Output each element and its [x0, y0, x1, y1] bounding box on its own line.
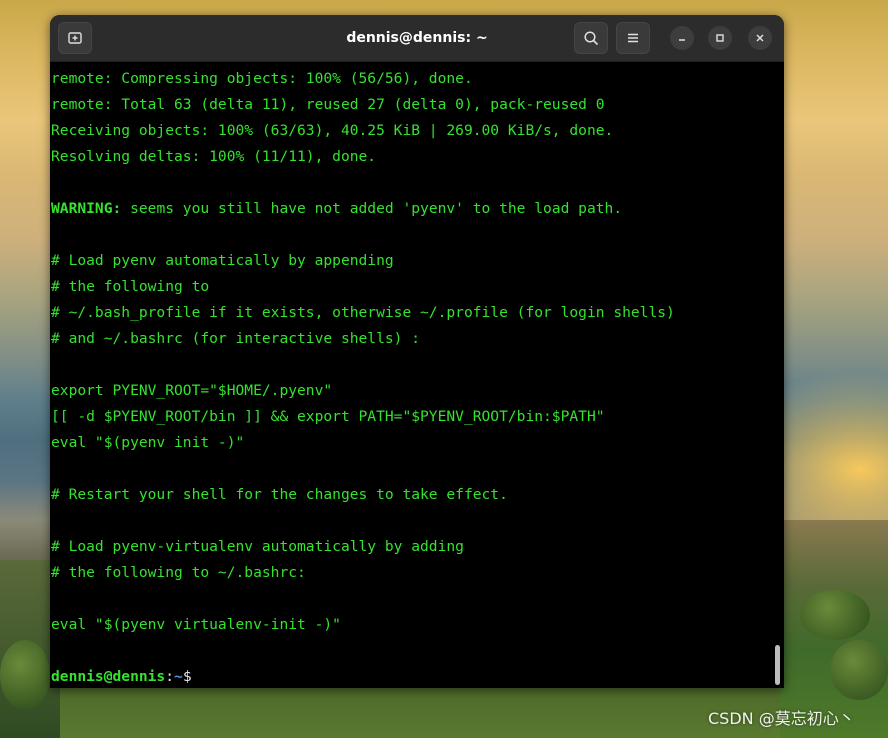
search-icon [584, 31, 598, 45]
minimize-icon [679, 39, 685, 41]
prompt-path: ~ [174, 668, 183, 685]
output-line: remote: Total 63 (delta 11), reused 27 (… [51, 96, 605, 113]
output-line: # ~/.bash_profile if it exists, otherwis… [51, 304, 675, 321]
output-line: # Restart your shell for the changes to … [51, 486, 508, 503]
shell-prompt[interactable]: dennis@dennis:~$ [51, 664, 784, 688]
output-line: remote: Compressing objects: 100% (56/56… [51, 70, 473, 87]
prompt-colon: : [165, 668, 175, 685]
output-line: export PYENV_ROOT="$HOME/.pyenv" [51, 382, 333, 399]
close-icon [756, 34, 764, 42]
hamburger-menu-icon [628, 33, 638, 43]
output-line: [[ -d $PYENV_ROOT/bin ]] && export PATH=… [51, 408, 605, 425]
title-bar[interactable]: dennis@dennis: ~ [50, 15, 784, 62]
terminal-output[interactable]: remote: Compressing objects: 100% (56/56… [50, 62, 784, 688]
output-line: # Load pyenv-virtualenv automatically by… [51, 538, 464, 555]
warning-label: WARNING: [51, 200, 122, 217]
wallpaper-tree [800, 590, 870, 640]
wallpaper-tree [830, 640, 888, 700]
output-line: # the following to [51, 278, 210, 295]
output-line: eval "$(pyenv virtualenv-init -)" [51, 616, 341, 633]
close-button[interactable] [748, 26, 772, 50]
output-line: Receiving objects: 100% (63/63), 40.25 K… [51, 122, 614, 139]
prompt-sign: $ [182, 668, 192, 685]
output-line: # the following to ~/.bashrc: [51, 564, 306, 581]
search-button[interactable] [574, 22, 608, 54]
output-line: # and ~/.bashrc (for interactive shells)… [51, 330, 421, 347]
minimize-button[interactable] [670, 26, 694, 50]
warning-text: seems you still have not added 'pyenv' t… [121, 200, 623, 217]
terminal-scrollbar[interactable] [775, 645, 780, 685]
output-line: # Load pyenv automatically by appending [51, 252, 394, 269]
output-line: Resolving deltas: 100% (11/11), done. [51, 148, 377, 165]
warning-line: WARNING: seems you still have not added … [51, 196, 784, 222]
maximize-icon [716, 34, 724, 42]
watermark-text: CSDN @莫忘初心丶 [708, 709, 855, 728]
terminal-window[interactable]: dennis@dennis: ~ remote: Compressing obj… [50, 15, 784, 688]
menu-button[interactable] [616, 22, 650, 54]
wallpaper-tree [0, 640, 50, 710]
output-line: eval "$(pyenv init -)" [51, 434, 245, 451]
maximize-button[interactable] [708, 26, 732, 50]
prompt-user: dennis@dennis [51, 668, 166, 685]
